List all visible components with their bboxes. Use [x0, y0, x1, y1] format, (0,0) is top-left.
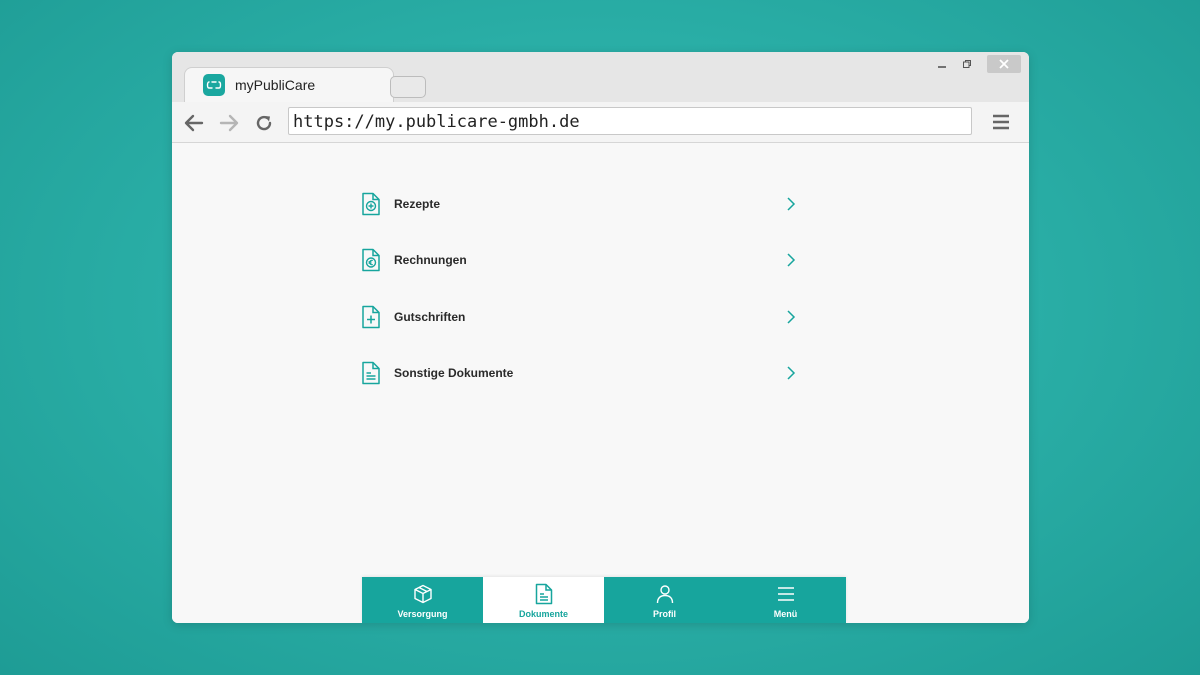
minimize-icon[interactable]	[932, 55, 952, 73]
back-arrow-icon[interactable]	[182, 111, 206, 135]
nav-tab-profil[interactable]: Profil	[604, 577, 725, 623]
nav-tab-dokumente[interactable]: Dokumente	[483, 577, 604, 623]
publicare-logo-icon	[203, 74, 225, 96]
browser-toolbar: https://my.publicare-gmbh.de	[172, 102, 1029, 143]
nav-tab-label: Versorgung	[397, 609, 448, 619]
reload-icon[interactable]	[252, 111, 276, 135]
nav-tab-label: Menü	[773, 609, 798, 619]
invoice-euro-document-icon	[360, 247, 382, 273]
hamburger-menu-icon[interactable]	[988, 110, 1014, 134]
document-category-label: Rezepte	[394, 197, 441, 211]
maximize-icon[interactable]	[957, 55, 977, 73]
document-category-gutschriften[interactable]: Gutschriften	[360, 297, 798, 337]
tab-title: myPubliCare	[235, 77, 316, 93]
document-category-label: Sonstige Dokumente	[394, 366, 514, 380]
credit-plus-document-icon	[360, 304, 382, 330]
browser-tab[interactable]: myPubliCare	[184, 67, 394, 104]
nav-tab-label: Profil	[652, 609, 676, 619]
address-bar[interactable]: https://my.publicare-gmbh.de	[288, 107, 972, 135]
forward-arrow-icon[interactable]	[217, 111, 241, 135]
person-icon	[655, 583, 675, 605]
bottom-navigation: Versorgung Dokumente Profil Menü	[362, 577, 846, 623]
chevron-right-icon	[784, 196, 798, 212]
nav-tab-menue[interactable]: Menü	[725, 577, 846, 623]
menu-icon	[776, 583, 796, 605]
close-icon[interactable]	[987, 55, 1021, 73]
document-category-sonstige[interactable]: Sonstige Dokumente	[360, 353, 798, 393]
nav-tab-label: Dokumente	[518, 609, 568, 619]
chevron-right-icon	[784, 252, 798, 268]
prescription-document-icon	[360, 191, 382, 217]
chevron-right-icon	[784, 365, 798, 381]
nav-tab-versorgung[interactable]: Versorgung	[362, 577, 483, 623]
box-icon	[413, 583, 433, 605]
document-icon	[535, 583, 553, 605]
browser-window: myPubliCare https://my.publicare-gmbh.de	[172, 52, 1029, 623]
chevron-right-icon	[784, 309, 798, 325]
page-content: Rezepte Rechnungen Gutschriften Sonstige…	[172, 143, 1029, 623]
document-category-label: Gutschriften	[394, 310, 466, 324]
title-bar: myPubliCare	[172, 52, 1029, 104]
document-category-rechnungen[interactable]: Rechnungen	[360, 240, 798, 280]
text-document-icon	[360, 360, 382, 386]
document-category-rezepte[interactable]: Rezepte	[360, 184, 798, 224]
new-tab-button[interactable]	[390, 76, 426, 98]
document-category-label: Rechnungen	[394, 253, 467, 267]
